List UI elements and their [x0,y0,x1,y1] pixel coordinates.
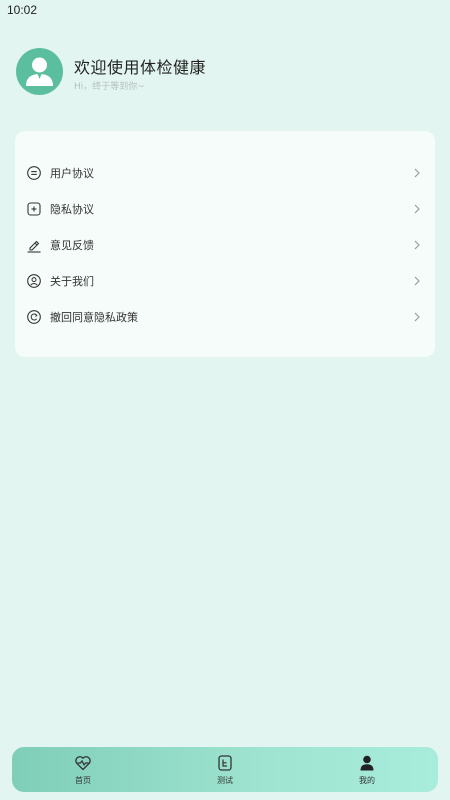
menu-item-label: 意见反馈 [50,239,94,252]
chevron-right-icon [413,203,421,215]
bottom-nav: 首页 测试 我的 [12,747,438,792]
person-avatar-icon[interactable] [16,48,63,95]
menu-item-revoke-consent[interactable]: 撤回同意隐私政策 [15,302,435,332]
menu-item-user-agreement[interactable]: 用户协议 [15,158,435,188]
feedback-pen-icon [26,237,42,253]
privacy-agreement-icon [26,201,42,217]
test-card-icon [216,754,234,772]
menu-item-feedback[interactable]: 意见反馈 [15,230,435,260]
menu-item-label: 用户协议 [50,167,94,180]
nav-label: 测试 [217,776,233,785]
nav-item-mine[interactable]: 我的 [337,747,397,792]
menu-item-label: 关于我们 [50,275,94,288]
welcome-subtitle: Hi，终于等到你~ [74,82,145,92]
profile-header: 欢迎使用体检健康 Hi，终于等到你~ [16,48,436,96]
menu-item-about-us[interactable]: 关于我们 [15,266,435,296]
heart-pulse-icon [74,754,92,772]
chevron-right-icon [413,167,421,179]
settings-menu-card: 用户协议 隐私协议 意见反馈 关于我们 撤回同意隐私政策 [15,131,435,357]
nav-label: 我的 [359,776,375,785]
chevron-right-icon [413,239,421,251]
revoke-consent-icon [26,309,42,325]
menu-item-label: 隐私协议 [50,203,94,216]
menu-item-label: 撤回同意隐私政策 [50,311,138,324]
nav-label: 首页 [75,776,91,785]
status-bar: 10:02 [0,0,450,22]
nav-item-home[interactable]: 首页 [53,747,113,792]
status-time: 10:02 [7,3,38,17]
user-agreement-icon [26,165,42,181]
nav-item-test[interactable]: 测试 [195,747,255,792]
welcome-title: 欢迎使用体检健康 [74,58,207,77]
chevron-right-icon [413,311,421,323]
person-icon [358,754,376,772]
about-us-icon [26,273,42,289]
menu-item-privacy-agreement[interactable]: 隐私协议 [15,194,435,224]
chevron-right-icon [413,275,421,287]
